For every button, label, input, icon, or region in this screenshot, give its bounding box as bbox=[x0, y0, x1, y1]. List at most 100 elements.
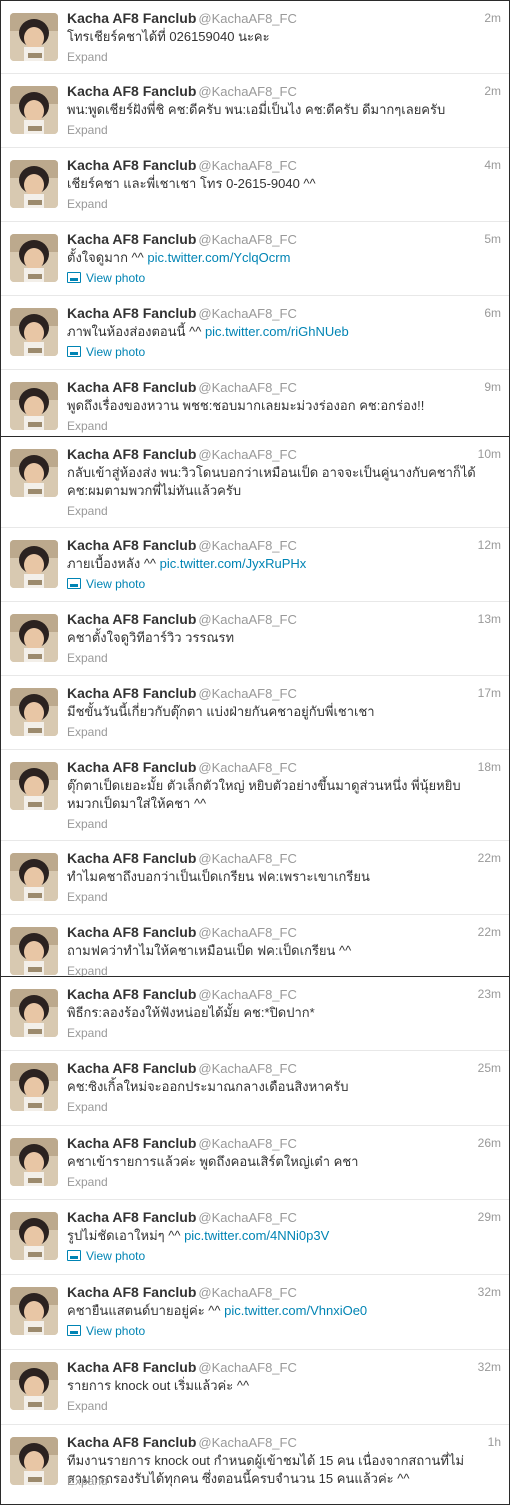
expand-link[interactable]: Expand bbox=[67, 419, 108, 433]
user-handle[interactable]: @KachaAF8_FC bbox=[198, 11, 296, 26]
tweet[interactable]: Kacha AF8 Fanclub @KachaAF8_FC 22m ถามฟคว่า… bbox=[1, 915, 509, 976]
user-handle[interactable]: @KachaAF8_FC bbox=[198, 686, 296, 701]
avatar[interactable] bbox=[10, 86, 58, 134]
expand-link[interactable]: Expand bbox=[67, 504, 108, 518]
user-name[interactable]: Kacha AF8 Fanclub bbox=[67, 537, 196, 553]
expand-link[interactable]: Expand bbox=[67, 1100, 108, 1114]
tweet-timestamp[interactable]: 13m bbox=[478, 612, 501, 626]
tweet-timestamp[interactable]: 32m bbox=[478, 1360, 501, 1374]
user-handle[interactable]: @KachaAF8_FC bbox=[198, 232, 296, 247]
avatar[interactable] bbox=[10, 927, 58, 975]
tweet-timestamp[interactable]: 29m bbox=[478, 1210, 501, 1224]
tweet-timestamp[interactable]: 2m bbox=[484, 84, 501, 98]
user-name[interactable]: Kacha AF8 Fanclub bbox=[67, 1284, 196, 1300]
tweet-timestamp[interactable]: 6m bbox=[484, 306, 501, 320]
tweet-timestamp[interactable]: 32m bbox=[478, 1285, 501, 1299]
tweet-timestamp[interactable]: 1h bbox=[488, 1435, 501, 1449]
tweet[interactable]: Kacha AF8 Fanclub @KachaAF8_FC 18m ตุ๊กตาเป… bbox=[1, 750, 509, 841]
tweet-timestamp[interactable]: 12m bbox=[478, 538, 501, 552]
tweet[interactable]: Kacha AF8 Fanclub @KachaAF8_FC 12m ภายเบื้อ… bbox=[1, 528, 509, 602]
avatar[interactable] bbox=[10, 1437, 58, 1485]
user-name[interactable]: Kacha AF8 Fanclub bbox=[67, 305, 196, 321]
view-photo-link[interactable]: View photo bbox=[67, 271, 145, 285]
expand-link[interactable]: Expand bbox=[67, 651, 108, 665]
avatar[interactable] bbox=[10, 540, 58, 588]
user-handle[interactable]: @KachaAF8_FC bbox=[198, 1435, 296, 1450]
tweet[interactable]: Kacha AF8 Fanclub @KachaAF8_FC 2m พน:พูดเชี… bbox=[1, 74, 509, 148]
expand-link[interactable]: Expand bbox=[67, 1175, 108, 1189]
tweet[interactable]: Kacha AF8 Fanclub @KachaAF8_FC 17m มีชขั้นว… bbox=[1, 676, 509, 750]
tweet[interactable]: Kacha AF8 Fanclub @KachaAF8_FC 13m คชาตั้งใ… bbox=[1, 602, 509, 676]
avatar[interactable] bbox=[10, 1287, 58, 1335]
user-name[interactable]: Kacha AF8 Fanclub bbox=[67, 1060, 196, 1076]
tweet[interactable]: Kacha AF8 Fanclub @KachaAF8_FC 32m รายการ k… bbox=[1, 1350, 509, 1425]
avatar[interactable] bbox=[10, 1362, 58, 1410]
user-handle[interactable]: @KachaAF8_FC bbox=[198, 84, 296, 99]
tweet[interactable]: Kacha AF8 Fanclub @KachaAF8_FC 9m พูดถึงเรื… bbox=[1, 370, 509, 436]
user-name[interactable]: Kacha AF8 Fanclub bbox=[67, 379, 196, 395]
expand-link[interactable]: Expand bbox=[67, 197, 108, 211]
tweet[interactable]: Kacha AF8 Fanclub @KachaAF8_FC 1h ทีมงานราย… bbox=[1, 1425, 509, 1504]
view-photo-link[interactable]: View photo bbox=[67, 345, 145, 359]
tweet-timestamp[interactable]: 18m bbox=[478, 760, 501, 774]
expand-link[interactable]: Expand bbox=[67, 1474, 108, 1488]
tweet[interactable]: Kacha AF8 Fanclub @KachaAF8_FC 22m ทำไมคชาถ… bbox=[1, 841, 509, 915]
tweet-timestamp[interactable]: 4m bbox=[484, 158, 501, 172]
user-name[interactable]: Kacha AF8 Fanclub bbox=[67, 924, 196, 940]
user-handle[interactable]: @KachaAF8_FC bbox=[198, 380, 296, 395]
avatar[interactable] bbox=[10, 1138, 58, 1186]
avatar[interactable] bbox=[10, 13, 58, 61]
avatar[interactable] bbox=[10, 382, 58, 430]
user-name[interactable]: Kacha AF8 Fanclub bbox=[67, 83, 196, 99]
user-handle[interactable]: @KachaAF8_FC bbox=[198, 612, 296, 627]
user-name[interactable]: Kacha AF8 Fanclub bbox=[67, 986, 196, 1002]
expand-link[interactable]: Expand bbox=[67, 817, 108, 831]
view-photo-link[interactable]: View photo bbox=[67, 1249, 145, 1263]
tweet[interactable]: Kacha AF8 Fanclub @KachaAF8_FC 25m คช:ซิงเก… bbox=[1, 1051, 509, 1126]
tweet-timestamp[interactable]: 22m bbox=[478, 925, 501, 939]
tweet[interactable]: Kacha AF8 Fanclub @KachaAF8_FC 23m พิธีกร:ล… bbox=[1, 977, 509, 1051]
user-name[interactable]: Kacha AF8 Fanclub bbox=[67, 850, 196, 866]
view-photo-link[interactable]: View photo bbox=[67, 1324, 145, 1338]
user-name[interactable]: Kacha AF8 Fanclub bbox=[67, 1135, 196, 1151]
avatar[interactable] bbox=[10, 160, 58, 208]
avatar[interactable] bbox=[10, 989, 58, 1037]
user-name[interactable]: Kacha AF8 Fanclub bbox=[67, 685, 196, 701]
tweet-timestamp[interactable]: 26m bbox=[478, 1136, 501, 1150]
avatar[interactable] bbox=[10, 1212, 58, 1260]
user-handle[interactable]: @KachaAF8_FC bbox=[198, 1136, 296, 1151]
avatar[interactable] bbox=[10, 1063, 58, 1111]
tweet[interactable]: Kacha AF8 Fanclub @KachaAF8_FC 6m ภาพในห้อง… bbox=[1, 296, 509, 370]
tweet-link[interactable]: pic.twitter.com/YclqOcrm bbox=[147, 250, 290, 265]
tweet-timestamp[interactable]: 25m bbox=[478, 1061, 501, 1075]
user-handle[interactable]: @KachaAF8_FC bbox=[198, 925, 296, 940]
tweet[interactable]: Kacha AF8 Fanclub @KachaAF8_FC 10m กลับเข้า… bbox=[1, 437, 509, 528]
avatar[interactable] bbox=[10, 762, 58, 810]
tweet-timestamp[interactable]: 17m bbox=[478, 686, 501, 700]
expand-link[interactable]: Expand bbox=[67, 725, 108, 739]
user-name[interactable]: Kacha AF8 Fanclub bbox=[67, 446, 196, 462]
avatar[interactable] bbox=[10, 688, 58, 736]
tweet[interactable]: Kacha AF8 Fanclub @KachaAF8_FC 26m คชาเข้าร… bbox=[1, 1126, 509, 1200]
user-handle[interactable]: @KachaAF8_FC bbox=[198, 1360, 296, 1375]
user-name[interactable]: Kacha AF8 Fanclub bbox=[67, 1209, 196, 1225]
expand-link[interactable]: Expand bbox=[67, 890, 108, 904]
user-handle[interactable]: @KachaAF8_FC bbox=[198, 1061, 296, 1076]
user-handle[interactable]: @KachaAF8_FC bbox=[198, 447, 296, 462]
view-photo-link[interactable]: View photo bbox=[67, 577, 145, 591]
tweet[interactable]: Kacha AF8 Fanclub @KachaAF8_FC 4m เชียร์คชา… bbox=[1, 148, 509, 222]
user-handle[interactable]: @KachaAF8_FC bbox=[198, 306, 296, 321]
user-name[interactable]: Kacha AF8 Fanclub bbox=[67, 1434, 196, 1450]
tweet[interactable]: Kacha AF8 Fanclub @KachaAF8_FC 32m คชายืนแส… bbox=[1, 1275, 509, 1350]
avatar[interactable] bbox=[10, 853, 58, 901]
user-name[interactable]: Kacha AF8 Fanclub bbox=[67, 10, 196, 26]
user-handle[interactable]: @KachaAF8_FC bbox=[198, 851, 296, 866]
expand-link[interactable]: Expand bbox=[67, 50, 108, 64]
avatar[interactable] bbox=[10, 449, 58, 497]
avatar[interactable] bbox=[10, 234, 58, 282]
user-handle[interactable]: @KachaAF8_FC bbox=[198, 1285, 296, 1300]
avatar[interactable] bbox=[10, 614, 58, 662]
tweet-timestamp[interactable]: 2m bbox=[484, 11, 501, 25]
tweet-link[interactable]: pic.twitter.com/JyxRuPHx bbox=[160, 556, 307, 571]
avatar[interactable] bbox=[10, 308, 58, 356]
